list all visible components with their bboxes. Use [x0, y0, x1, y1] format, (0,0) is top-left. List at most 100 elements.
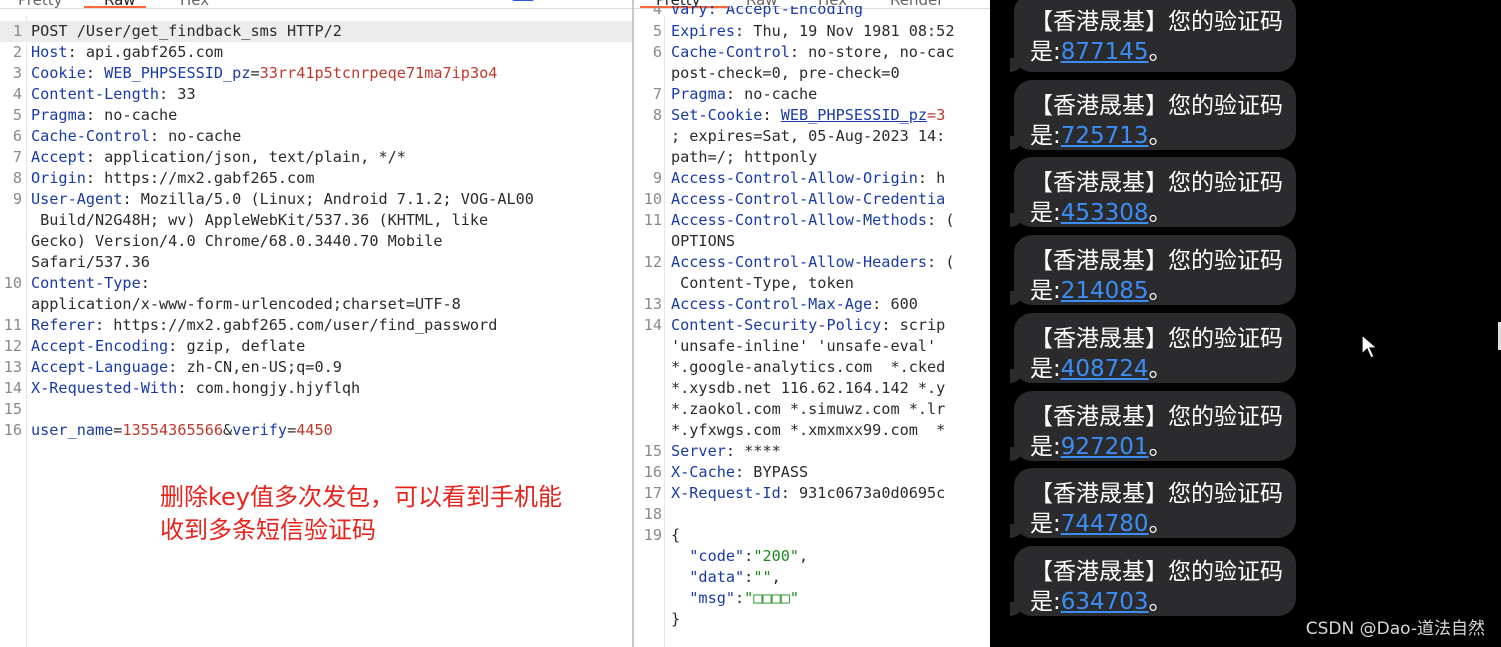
bubble-tail — [1010, 446, 1024, 461]
syntax-key: verify — [232, 421, 288, 439]
line-text: X-Request-Id: 931c0673a0d0695c — [671, 483, 945, 504]
sms-code-line: 是:214085。 — [1030, 271, 1172, 305]
sms-suffix: 。 — [1148, 433, 1172, 460]
verification-code-link[interactable]: 927201 — [1061, 434, 1149, 460]
syntax-text: : zh-CN,en-US;q=0.9 — [168, 358, 342, 376]
response-viewer[interactable]: Pretty Raw Hex Render 4 Vary: Accept-Enc… — [634, 0, 990, 647]
sms-code-line: 是:634703。 — [1030, 582, 1172, 616]
code-line: 8 Set-Cookie: WEB_PHPSESSID_pz=3 — [634, 105, 990, 126]
tab-hex[interactable]: Hex — [180, 0, 209, 8]
sms-bubble[interactable]: 【香港晟基】您的验证码 是:927201。 — [1010, 390, 1296, 461]
sms-prefix: 是: — [1030, 200, 1061, 227]
syntax-text: : 600 — [872, 295, 918, 313]
code-line: application/x-www-form-urlencoded;charse… — [0, 294, 632, 315]
code-line: 6 Cache-Control: no-cache — [0, 126, 632, 147]
sms-bubble[interactable]: 【香港晟基】您的验证码 是:634703。 — [1010, 545, 1296, 616]
line-number: 7 — [652, 85, 662, 103]
syntax-text: = — [250, 64, 260, 82]
verification-code-link[interactable]: 634703 — [1061, 589, 1149, 615]
code-line: 10 Access-Control-Allow-Credentia — [634, 189, 990, 210]
line-text: Access-Control-Max-Age: 600 — [671, 294, 918, 315]
line-number: 12 — [643, 253, 662, 271]
code-line: *.zaokol.com *.simuwz.com *.lr — [634, 399, 990, 420]
syntax-text: : com.hongjy.hjyflqh — [177, 379, 361, 397]
syntax-text: : — [744, 547, 754, 565]
syntax-value: 13554365566 — [122, 421, 224, 439]
code-line: 9 Access-Control-Allow-Origin: h — [634, 168, 990, 189]
syntax-key: Accept-Language — [31, 358, 169, 376]
response-body[interactable]: 5 Expires: Thu, 19 Nov 1981 08:52 6 Cache-C… — [634, 21, 990, 630]
syntax-key: Access-Control-Allow-Headers — [671, 253, 928, 271]
tab-pretty[interactable]: Pretty — [18, 0, 63, 8]
sms-suffix: 。 — [1148, 588, 1172, 615]
syntax-key: Access-Control-Allow-Methods — [671, 211, 928, 229]
syntax-text: : **** — [725, 442, 781, 460]
syntax-text: ; expires=Sat, 05-Aug-2023 14: — [671, 127, 946, 145]
code-line: 11 Referer: https://mx2.gabf265.com/user/… — [0, 315, 632, 336]
verification-code-link[interactable]: 453308 — [1061, 200, 1149, 226]
syntax-key: Cache-Control — [31, 127, 150, 145]
sms-suffix: 。 — [1148, 39, 1172, 65]
sms-text: 【香港晟基】您的验证码 — [1030, 248, 1283, 275]
line-text: Cache-Control: no-store, no-cac — [671, 42, 954, 63]
line-number: 6 — [652, 43, 662, 61]
request-body[interactable]: 1 POST /User/get_findback_sms HTTP/2 2 Host… — [0, 21, 632, 441]
syntax-text: : no-cache — [725, 85, 818, 103]
sms-suffix: 。 — [1148, 122, 1172, 149]
verification-code-link[interactable]: 214085 — [1061, 278, 1149, 304]
line-text: Content-Length: 33 — [31, 84, 196, 105]
code-line: OPTIONS — [634, 231, 990, 252]
line-text: Server: **** — [671, 441, 781, 462]
line-text: Content-Type, token — [671, 273, 854, 294]
syntax-key: Access-Control-Allow-Credentia — [671, 190, 946, 208]
line-text: Content-Type: — [31, 273, 150, 294]
syntax-text: Safari/537.36 — [31, 253, 150, 271]
line-text: application/x-www-form-urlencoded;charse… — [31, 294, 461, 315]
sms-text: 【香港晟基】您的验证码 — [1030, 325, 1283, 352]
syntax-text: : — [735, 589, 745, 607]
syntax-text: "□□□□" — [744, 589, 800, 607]
ln-icon[interactable]: ln — [512, 0, 534, 1]
sms-prefix: 是: — [1030, 511, 1061, 538]
verification-code-link[interactable]: 744780 — [1061, 511, 1149, 537]
line-text: Accept-Language: zh-CN,en-US;q=0.9 — [31, 357, 342, 378]
code-line: 1 POST /User/get_findback_sms HTTP/2 — [0, 21, 632, 42]
syntax-key: Content-Length — [31, 85, 160, 103]
syntax-text: : ( — [927, 211, 955, 229]
verification-code-link[interactable]: 877145 — [1061, 39, 1149, 65]
verification-code-link[interactable]: 408724 — [1061, 356, 1149, 382]
sms-bubble[interactable]: 【香港晟基】您的验证码 是:725713。 — [1010, 79, 1296, 150]
line-number: 7 — [12, 148, 22, 166]
syntax-key: WEB_PHPSESSID_pz — [780, 106, 928, 124]
sms-bubble[interactable]: 【香港晟基】您的验证码 是:877145。 — [1010, 0, 1296, 72]
line-number: 13 — [3, 358, 22, 376]
syntax-key: Accept-Encoding — [31, 337, 169, 355]
verification-code-link[interactable]: 725713 — [1061, 123, 1149, 149]
line-text: { — [671, 525, 680, 546]
sms-bubble[interactable]: 【香港晟基】您的验证码 是:408724。 — [1010, 312, 1296, 383]
sms-bubble[interactable]: 【香港晟基】您的验证码 是:453308。 — [1010, 157, 1296, 228]
code-line: 14 Content-Security-Policy: scrip — [634, 315, 990, 336]
code-line: 16 user_name=13554365566&verify=4450 — [0, 420, 632, 441]
request-editor[interactable]: Pretty Raw Hex ln \n ≡ 1 POST /User/get_f… — [0, 0, 632, 647]
line-number: 5 — [12, 106, 22, 124]
line-number: 1 — [12, 22, 22, 40]
sms-prefix: 是: — [1030, 39, 1061, 65]
menu-icon[interactable]: ≡ — [596, 0, 607, 1]
syntax-key: Expires — [671, 22, 736, 40]
syntax-text: : — [85, 64, 105, 82]
line-text: Build/N2G48H; wv) AppleWebKit/537.36 (KH… — [31, 210, 488, 231]
line-text: *.google-analytics.com *.cked — [671, 357, 945, 378]
mouse-pointer-icon — [1361, 334, 1379, 359]
line-number: 15 — [643, 442, 662, 460]
wrap-icon[interactable]: \n — [560, 0, 573, 1]
syntax-text: : scrip — [881, 316, 946, 334]
line-text: X-Cache: BYPASS — [671, 462, 808, 483]
code-line: Content-Type, token — [634, 273, 990, 294]
line-number: 2 — [12, 43, 22, 61]
code-line: *.yfxwgs.com *.xmxmxx99.com * — [634, 420, 990, 441]
sms-bubble[interactable]: 【香港晟基】您的验证码 是:744780。 — [1010, 468, 1296, 539]
syntax-text: : api.gabf265.com — [67, 43, 224, 61]
sms-bubble[interactable]: 【香港晟基】您的验证码 是:214085。 — [1010, 235, 1296, 306]
request-tabs: Pretty Raw Hex ln \n ≡ — [0, 0, 632, 9]
